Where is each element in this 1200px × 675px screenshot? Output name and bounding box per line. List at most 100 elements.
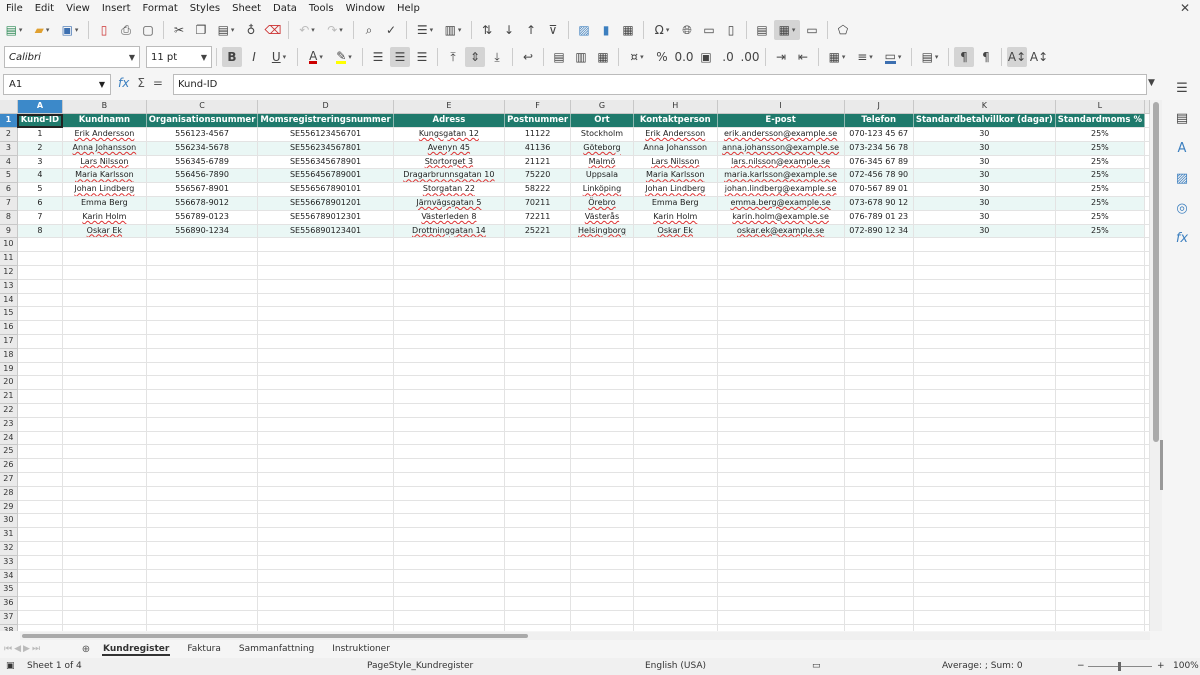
empty-cell[interactable] — [1055, 348, 1146, 363]
empty-cell[interactable] — [146, 389, 259, 405]
data-cell[interactable]: 70211 — [504, 196, 572, 211]
chevron-down-icon[interactable]: ▼ — [99, 80, 105, 89]
data-cell[interactable]: 7 — [17, 210, 64, 225]
italic-icon[interactable]: I — [244, 47, 264, 67]
empty-cell[interactable] — [913, 431, 1056, 446]
empty-cell[interactable] — [504, 596, 572, 611]
empty-cell[interactable] — [1055, 293, 1146, 308]
empty-cell[interactable] — [913, 624, 1056, 631]
empty-cell[interactable] — [1055, 486, 1146, 501]
copy-icon[interactable]: ❐ — [191, 20, 211, 40]
empty-cell[interactable] — [913, 417, 1056, 432]
empty-cell[interactable] — [146, 527, 259, 542]
column-icon[interactable]: ▥ — [440, 20, 466, 40]
text-direction-rtl-icon[interactable]: ¶ — [976, 47, 996, 67]
sheet-tab-sammanfattning[interactable]: Sammanfattning — [230, 640, 323, 658]
empty-cell[interactable] — [257, 320, 394, 336]
empty-cell[interactable] — [717, 596, 845, 611]
next-sheet-icon[interactable]: ▶ — [23, 644, 30, 654]
data-cell[interactable]: 30 — [913, 155, 1056, 170]
data-cell[interactable]: 75220 — [504, 168, 572, 184]
empty-cell[interactable] — [570, 444, 634, 460]
menu-styles[interactable]: Styles — [184, 0, 226, 17]
empty-cell[interactable] — [393, 265, 506, 280]
empty-cell[interactable] — [913, 306, 1056, 322]
empty-cell[interactable] — [257, 527, 394, 542]
empty-cell[interactable] — [1144, 306, 1150, 322]
empty-cell[interactable] — [844, 334, 914, 349]
header-cell[interactable]: Kund-ID — [17, 113, 64, 129]
empty-cell[interactable] — [913, 251, 1056, 267]
empty-cell[interactable] — [1144, 500, 1150, 515]
empty-cell[interactable] — [717, 265, 845, 280]
row-header[interactable]: 12 — [0, 265, 18, 280]
empty-cell[interactable] — [62, 306, 147, 322]
empty-cell[interactable] — [570, 362, 634, 377]
empty-cell[interactable] — [570, 486, 634, 501]
data-cell[interactable]: 556789-0123 — [146, 210, 259, 225]
row-header[interactable]: 6 — [0, 182, 18, 198]
column-header-g[interactable]: G — [570, 100, 634, 115]
data-cell[interactable]: Göteborg — [570, 141, 634, 156]
conditional-format-icon[interactable]: ▤ — [917, 47, 943, 67]
merge-cells-icon[interactable]: ▥ — [571, 47, 591, 67]
empty-cell[interactable] — [393, 334, 506, 349]
empty-cell[interactable] — [17, 348, 64, 363]
row-header[interactable]: 35 — [0, 582, 18, 598]
empty-cell[interactable] — [913, 265, 1056, 280]
empty-cell[interactable] — [844, 417, 914, 432]
empty-cell[interactable] — [257, 582, 394, 598]
empty-cell[interactable] — [717, 624, 845, 631]
menu-sheet[interactable]: Sheet — [226, 0, 267, 17]
header-cell[interactable]: Kundnamn — [62, 113, 147, 129]
empty-cell[interactable] — [17, 582, 64, 598]
data-cell[interactable]: SE556678901201 — [257, 196, 394, 211]
empty-cell[interactable] — [504, 624, 572, 631]
empty-cell[interactable] — [570, 389, 634, 405]
data-cell[interactable]: Karin Holm — [62, 210, 147, 225]
empty-cell[interactable] — [717, 541, 845, 556]
empty-cell[interactable] — [1144, 431, 1150, 446]
empty-cell[interactable] — [570, 624, 634, 631]
empty-cell[interactable] — [913, 486, 1056, 501]
data-cell[interactable]: 30 — [913, 196, 1056, 211]
empty-cell[interactable] — [1144, 417, 1150, 432]
sort-descending-icon[interactable]: ↑ — [521, 20, 541, 40]
menu-format[interactable]: Format — [137, 0, 184, 17]
freeze-rows-columns-icon[interactable]: ▦ — [774, 20, 800, 40]
empty-cell[interactable] — [146, 417, 259, 432]
font-size-box[interactable]: 11 pt ▼ — [146, 46, 212, 68]
empty-cell[interactable] — [844, 624, 914, 631]
empty-cell[interactable] — [1055, 403, 1146, 418]
hyperlink-icon[interactable]: 🌐︎ — [677, 20, 697, 40]
empty-cell[interactable] — [393, 375, 506, 391]
empty-cell[interactable] — [717, 375, 845, 391]
empty-cell[interactable] — [62, 472, 147, 487]
empty-cell[interactable] — [257, 541, 394, 556]
menu-data[interactable]: Data — [267, 0, 303, 17]
name-box[interactable]: A1 ▼ — [3, 74, 111, 95]
empty-cell[interactable] — [1055, 431, 1146, 446]
empty-cell[interactable] — [504, 486, 572, 501]
empty-cell[interactable] — [570, 334, 634, 349]
empty-cell[interactable] — [1144, 472, 1150, 487]
empty-cell[interactable] — [257, 555, 394, 570]
empty-cell[interactable] — [17, 306, 64, 322]
data-cell[interactable]: 25% — [1055, 196, 1146, 211]
empty-cell[interactable] — [62, 279, 147, 294]
empty-cell[interactable] — [633, 624, 718, 631]
empty-cell[interactable] — [844, 596, 914, 611]
align-bottom-icon[interactable]: ⤓ — [487, 47, 507, 67]
empty-cell[interactable] — [17, 555, 64, 570]
empty-cell[interactable] — [570, 279, 634, 294]
empty-cell[interactable] — [633, 555, 718, 570]
row-header[interactable]: 19 — [0, 362, 18, 377]
empty-cell[interactable] — [1055, 389, 1146, 405]
spelling-icon[interactable]: ✓ — [381, 20, 401, 40]
empty-cell[interactable] — [1055, 472, 1146, 487]
empty-cell[interactable] — [1144, 596, 1150, 611]
empty-cell[interactable] — [504, 513, 572, 529]
empty-cell[interactable] — [570, 596, 634, 611]
empty-cell[interactable] — [1144, 527, 1150, 542]
header-cell[interactable]: Adress — [393, 113, 506, 129]
